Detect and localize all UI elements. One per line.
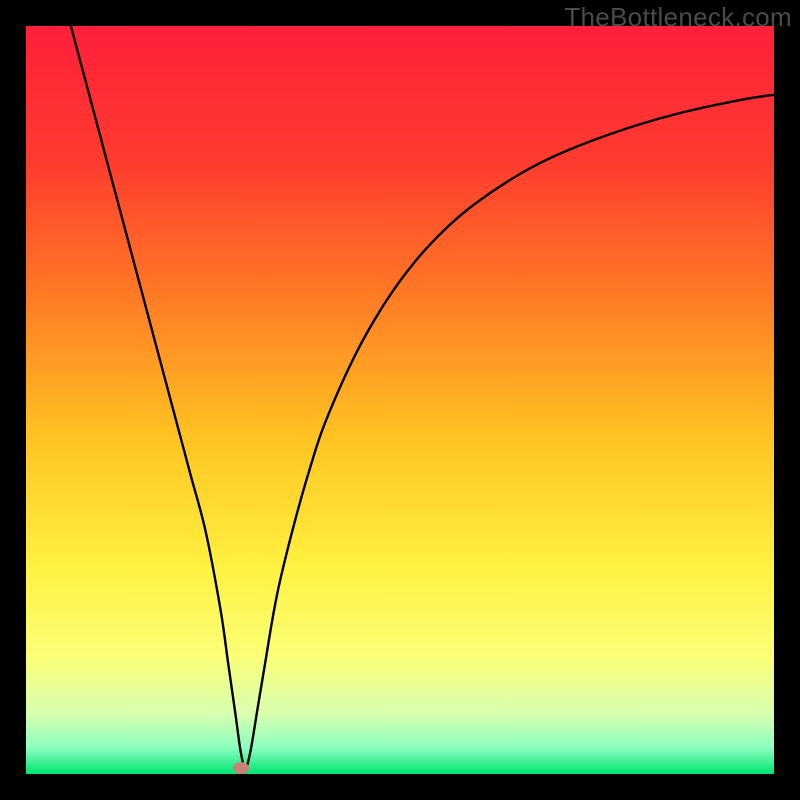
bottleneck-chart (26, 26, 774, 774)
watermark-text: TheBottleneck.com (564, 2, 792, 33)
chart-frame (26, 26, 774, 774)
gradient-bg (26, 26, 774, 774)
optimum-marker (233, 762, 249, 774)
